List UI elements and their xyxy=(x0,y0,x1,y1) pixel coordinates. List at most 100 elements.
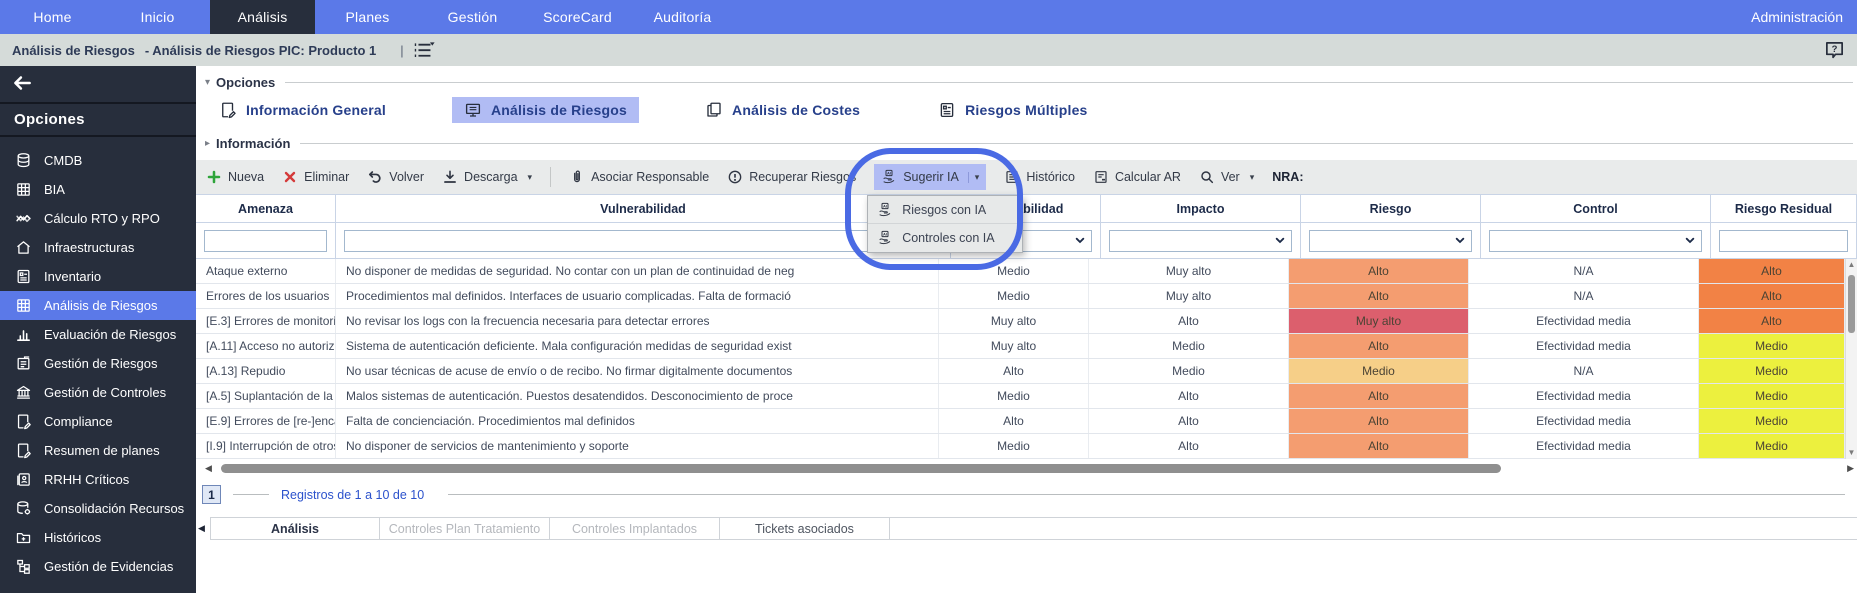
nav-tab-scorecard[interactable]: ScoreCard xyxy=(525,0,630,34)
help-icon[interactable]: ? xyxy=(1824,40,1845,60)
filter-select-control[interactable] xyxy=(1489,230,1702,252)
bottom-tab-controles-plan-tratamiento[interactable]: Controles Plan Tratamiento xyxy=(380,518,550,539)
toolbar-button-volver[interactable]: Volver xyxy=(367,169,424,185)
toolbar-button-label: Nueva xyxy=(228,170,264,184)
table-row[interactable]: Errores de los usuariosProcedimientos ma… xyxy=(196,284,1845,309)
tab-analisis-de-costes[interactable]: Análisis de Costes xyxy=(693,97,872,123)
cell-impacto: Medio xyxy=(1089,334,1289,358)
toolbar-button-nueva[interactable]: Nueva xyxy=(206,169,264,185)
toolbar-button-calcular-ar[interactable]: Calcular AR xyxy=(1093,169,1181,185)
page-1-button[interactable]: 1 xyxy=(202,485,221,504)
scroll-right-icon[interactable]: ▶ xyxy=(1847,463,1854,474)
scroll-down-icon[interactable]: ▼ xyxy=(1848,447,1856,459)
bottom-tab-filler xyxy=(890,518,1857,539)
cell-impacto: Alto xyxy=(1089,384,1289,408)
cell-riesgo: Alto xyxy=(1289,259,1469,283)
sidebar-item-compliance[interactable]: Compliance xyxy=(0,407,196,436)
sidebar-item-cmdb[interactable]: CMDB xyxy=(0,146,196,175)
nav-tab-planes[interactable]: Planes xyxy=(315,0,420,34)
filter-select-impacto[interactable] xyxy=(1109,230,1292,252)
menu-item-controles-con-ia[interactable]: AIControles con IA xyxy=(868,224,1022,252)
tab-analisis-de-riesgos[interactable]: Análisis de Riesgos xyxy=(452,97,639,123)
grid-icon xyxy=(13,297,33,315)
scroll-left-icon[interactable]: ◀ xyxy=(205,463,212,474)
sidebar-item-bia[interactable]: BIA xyxy=(0,175,196,204)
toolbar-button-asociar-responsable[interactable]: Asociar Responsable xyxy=(569,169,709,185)
sidebar-item-label: Consolidación Recursos xyxy=(44,501,184,516)
toolbar-button-recuperar-riesgos[interactable]: Recuperar Riesgos xyxy=(727,169,856,185)
table-row[interactable]: [A.13] RepudioNo usar técnicas de acuse … xyxy=(196,359,1845,384)
sidebar-item-rrhh-criticos[interactable]: RRHH Críticos xyxy=(0,465,196,494)
cell-amenaza: Ataque externo xyxy=(196,259,336,283)
nav-tab-gestion[interactable]: Gestión xyxy=(420,0,525,34)
tab-label: Información General xyxy=(246,102,386,118)
vertical-scrollbar[interactable]: ▲ ▼ xyxy=(1845,259,1857,459)
aihand-icon: AI xyxy=(877,202,893,218)
sidebar-item-resumen-de-planes[interactable]: Resumen de planes xyxy=(0,436,196,465)
sidebar-item-calculo-rto-y-rpo[interactable]: Cálculo RTO y RPO xyxy=(0,204,196,233)
nav-tab-analisis[interactable]: Análisis xyxy=(210,0,315,34)
nav-tab-administracion[interactable]: Administración xyxy=(1737,0,1857,34)
vertical-scroll-thumb[interactable] xyxy=(1848,275,1855,333)
collapse-triangle-icon[interactable]: ▾ xyxy=(205,77,210,88)
nav-tab-home[interactable]: Home xyxy=(0,0,105,34)
toolbar-button-historico[interactable]: Histórico xyxy=(1004,169,1075,185)
cell-probabilidad: Alto xyxy=(939,359,1089,383)
toolbar-button-eliminar[interactable]: Eliminar xyxy=(282,169,349,185)
sidebar-item-inventario[interactable]: Inventario xyxy=(0,262,196,291)
sidebar-item-analisis-de-riesgos[interactable]: Análisis de Riesgos xyxy=(0,291,196,320)
cell-amenaza: [A.11] Acceso no autorizado xyxy=(196,334,336,358)
column-header-vulnerabilidad[interactable]: Vulnerabilidad xyxy=(336,195,951,222)
sidebar-item-gestion-de-evidencias[interactable]: Gestión de Evidencias xyxy=(0,552,196,581)
expand-triangle-icon[interactable]: ▸ xyxy=(205,138,210,149)
column-header-riesgo-residual[interactable]: Riesgo Residual xyxy=(1711,195,1857,222)
horizontal-scrollbar[interactable]: ◀ ▶ xyxy=(196,462,1857,475)
toolbar-button-sugerir-ia[interactable]: AISugerir IA▾AIRiesgos con IAAIControles… xyxy=(874,164,986,190)
section-title-informacion: Información xyxy=(216,136,290,151)
sidebar-item-historicos[interactable]: Históricos xyxy=(0,523,196,552)
cell-vulnerabilidad: Sistema de autenticación deficiente. Mal… xyxy=(336,334,939,358)
table-row[interactable]: Ataque externoNo disponer de medidas de … xyxy=(196,259,1845,284)
sidebar-item-infraestructuras[interactable]: Infraestructuras xyxy=(0,233,196,262)
filter-input-riesgo-residual[interactable] xyxy=(1719,230,1848,252)
table-row[interactable]: [E.9] Errores de [re-]encaminamientoFalt… xyxy=(196,409,1845,434)
sidebar-item-label: Gestión de Evidencias xyxy=(44,559,173,574)
chevron-down-icon[interactable]: ▾ xyxy=(1250,172,1255,183)
breadcrumb-detail: - Análisis de Riesgos PIC: Producto 1 xyxy=(145,43,376,58)
table-row[interactable]: [A.11] Acceso no autorizadoSistema de au… xyxy=(196,334,1845,359)
bottom-tab-analisis[interactable]: Análisis xyxy=(210,518,380,539)
bottom-tab-controles-implantados[interactable]: Controles Implantados xyxy=(550,518,720,539)
panel-collapse-left-icon[interactable]: ◀ xyxy=(198,523,205,534)
table-row[interactable]: [E.3] Errores de monitorización (log)No … xyxy=(196,309,1845,334)
filter-input-vulnerabilidad[interactable] xyxy=(344,230,942,252)
toolbar-button-descarga[interactable]: Descarga▾ xyxy=(442,169,532,185)
filter-input-amenaza[interactable] xyxy=(204,230,327,252)
toolbar-button-ver[interactable]: Ver▾ xyxy=(1199,169,1254,185)
tab-informacion-general[interactable]: Información General xyxy=(207,97,398,123)
sidebar-item-gestion-de-riesgos[interactable]: Gestión de Riesgos xyxy=(0,349,196,378)
horizontal-scroll-thumb[interactable] xyxy=(221,464,1501,473)
table-row[interactable]: [I.9] Interrupción de otros Servicios y … xyxy=(196,434,1845,459)
column-header-impacto[interactable]: Impacto xyxy=(1101,195,1301,222)
tab-riesgos-multiples[interactable]: Riesgos Múltiples xyxy=(926,97,1099,123)
alert-icon xyxy=(727,169,743,185)
sidebar-item-evaluacion-de-riesgos[interactable]: Evaluación de Riesgos xyxy=(0,320,196,349)
doctab-icon xyxy=(13,355,33,373)
cell-amenaza: [E.9] Errores de [re-]encaminamiento xyxy=(196,409,336,433)
table-row[interactable]: [A.5] Suplantación de la identidad del u… xyxy=(196,384,1845,409)
chevron-down-icon[interactable]: ▾ xyxy=(528,172,533,183)
list-menu-icon[interactable] xyxy=(412,41,436,59)
sidebar-item-gestion-de-controles[interactable]: Gestión de Controles xyxy=(0,378,196,407)
column-header-riesgo[interactable]: Riesgo xyxy=(1301,195,1481,222)
menu-item-riesgos-con-ia[interactable]: AIRiesgos con IA xyxy=(868,196,1022,224)
nav-tab-inicio[interactable]: Inicio xyxy=(105,0,210,34)
scroll-up-icon[interactable]: ▲ xyxy=(1848,259,1856,271)
bottom-tab-tickets-asociados[interactable]: Tickets asociados xyxy=(720,518,890,539)
column-header-amenaza[interactable]: Amenaza xyxy=(196,195,336,222)
sidebar-item-consolidacion-recursos[interactable]: Consolidación Recursos xyxy=(0,494,196,523)
chevron-down-icon[interactable]: ▾ xyxy=(968,172,980,183)
nav-tab-auditoria[interactable]: Auditoría xyxy=(630,0,735,34)
sidebar-collapse-button[interactable] xyxy=(0,66,196,98)
column-header-control[interactable]: Control xyxy=(1481,195,1711,222)
filter-select-riesgo[interactable] xyxy=(1309,230,1472,252)
